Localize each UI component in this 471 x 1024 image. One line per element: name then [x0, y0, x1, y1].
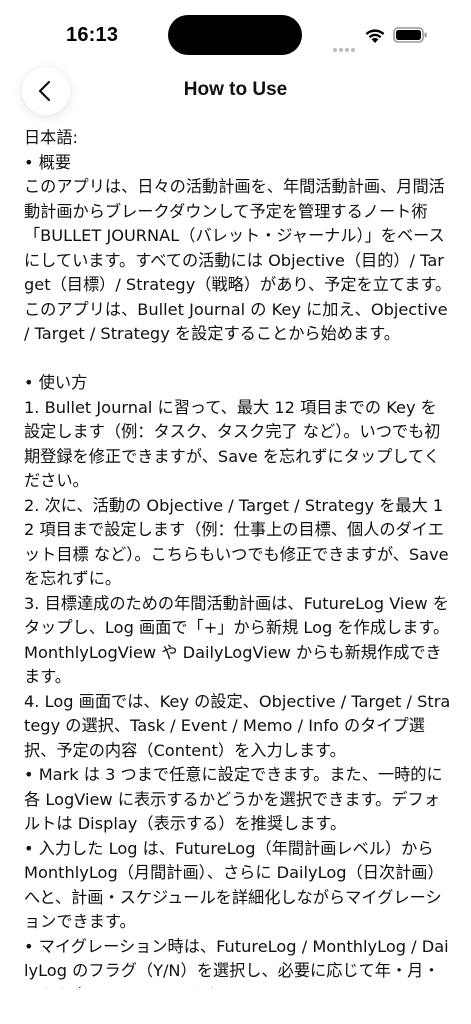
bullet-item: • 入力した Log は、FutureLog（年間計画レベル）から Monthl… [24, 838, 444, 932]
language-label: 日本語: [24, 128, 79, 147]
wifi-icon [364, 26, 386, 44]
nav-bar: How to Use [0, 64, 471, 120]
dynamic-island [168, 15, 302, 55]
step-item: 1. Bullet Journal に習って、最大 12 項目までの Key を… [24, 397, 441, 491]
status-time: 16:13 [66, 24, 119, 46]
step-item: 3. 目標達成のための年間活動計画は、FutureLog View をタップし、… [24, 593, 450, 687]
bullet-item: • マイグレーション時は、FutureLog / MonthlyLog / Da… [24, 936, 449, 989]
step-item: 4. Log 画面では、Key の設定、Objective / Target /… [24, 691, 451, 760]
overview-paragraph: このアプリは、日々の活動計画を、年間活動計画、月間活動計画からブレークダウンして… [24, 177, 452, 343]
signal-icon [333, 37, 359, 52]
usage-heading: • 使い方 [24, 373, 88, 392]
overview-heading: • 概要 [24, 152, 72, 172]
battery-icon [393, 26, 429, 44]
step-item: 2. 次に、活動の Objective / Target / Strategy … [24, 495, 449, 589]
page-title: How to Use [183, 79, 288, 100]
help-text-scroll-area[interactable]: 日本語: • 概要このアプリは、日々の活動計画を、年間活動計画、月間活動計画からブ… [24, 126, 452, 988]
bullet-item: • Mark は 3 つまで任意に設定できます。また、一時的に各 LogView… [24, 765, 443, 833]
status-bar: 16:13 [0, 0, 471, 64]
